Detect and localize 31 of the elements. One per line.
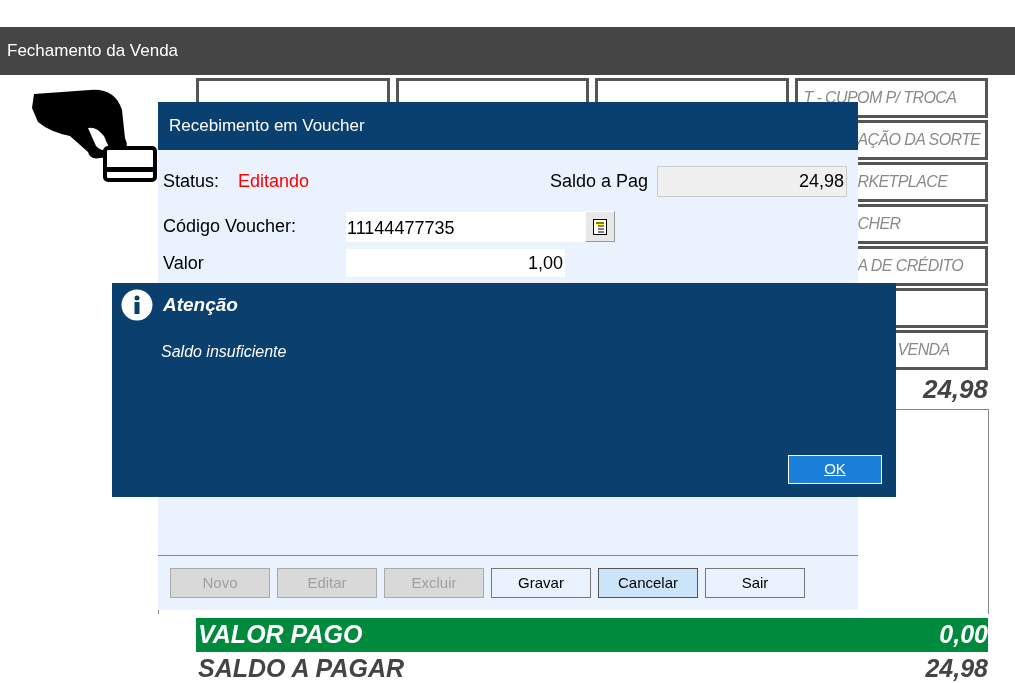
value-field[interactable]: 1,00 [346, 249, 565, 277]
alert-title: Atenção [163, 292, 238, 317]
status-label: Status: [163, 169, 221, 193]
list-icon [593, 218, 607, 235]
code-label: Código Voucher: [163, 215, 298, 238]
summary-label: VALOR PAGO [197, 619, 363, 651]
alert-message: Saldo insuficiente [161, 342, 287, 362]
button-label: RKETPLACE [857, 172, 948, 192]
dialog-title: Recebimento em Voucher [169, 115, 365, 138]
code-field[interactable]: 11144477735 [346, 211, 585, 242]
balance-label: Saldo a Pag [550, 169, 650, 193]
summary-value: 24,98 [925, 653, 988, 683]
summary-value: 0,00 [939, 619, 988, 651]
dialog-button[interactable]: Gravar [491, 568, 591, 598]
button-label: T - CUPOM P/ TROCA [803, 88, 957, 108]
window-title: Fechamento da Venda [7, 40, 179, 63]
button-label: VENDA [897, 340, 950, 360]
button-label: AÇÃO DA SORTE [857, 129, 981, 150]
balance-field: 24,98 [657, 165, 847, 197]
status-value: Editando [238, 169, 311, 193]
button-label: CHER [857, 214, 901, 234]
lookup-button[interactable] [585, 211, 615, 242]
ok-button[interactable]: OK [788, 455, 882, 484]
value-label: Valor [163, 251, 205, 275]
info-icon [121, 289, 153, 321]
hand-card-icon [30, 88, 158, 182]
total-amount: 24,98 [922, 372, 988, 406]
button-label: A DE CRÉDITO [857, 255, 964, 276]
dialog-button[interactable]: Sair [705, 568, 805, 598]
summary-label: SALDO A PAGAR [197, 653, 405, 683]
dialog-button[interactable]: Cancelar [598, 568, 698, 598]
